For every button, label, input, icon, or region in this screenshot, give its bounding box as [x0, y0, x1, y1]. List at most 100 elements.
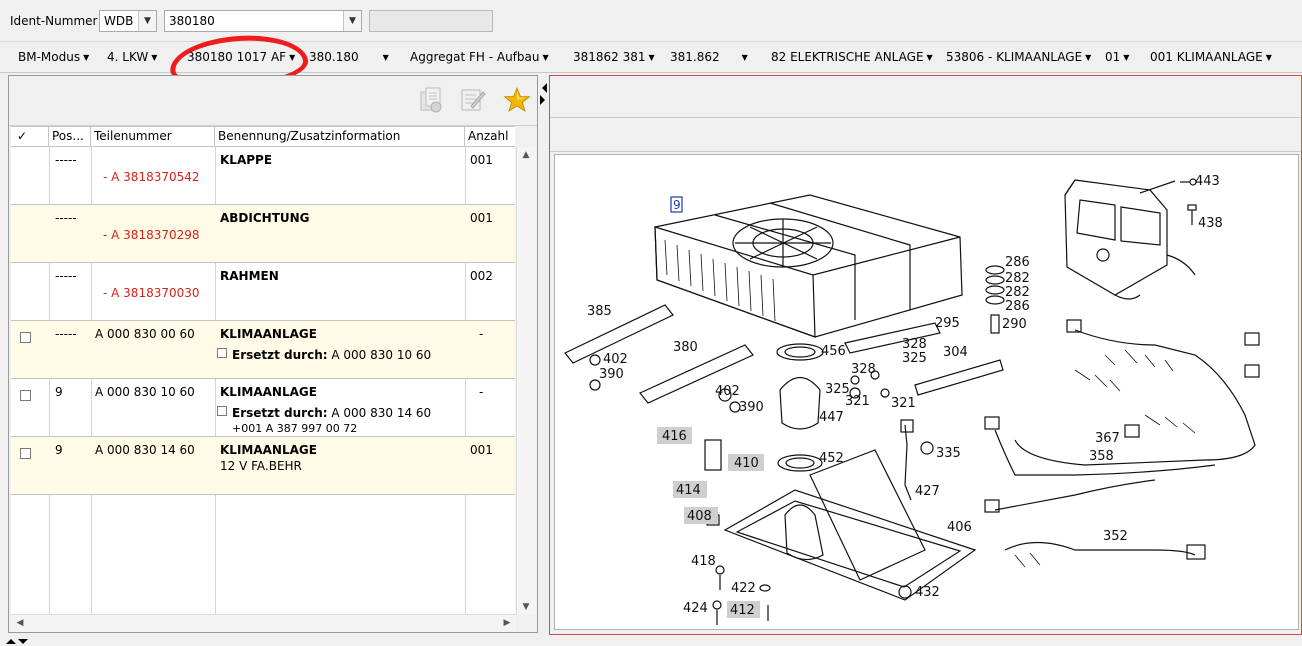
- callout-label[interactable]: 385: [587, 304, 612, 319]
- horizontal-scrollbar[interactable]: ◀ ▶: [11, 614, 516, 632]
- crumb-model[interactable]: 380180 1017 AF ▼: [187, 50, 295, 64]
- callout-label[interactable]: 422: [731, 581, 756, 596]
- callout-label[interactable]: 406: [947, 520, 972, 535]
- callout-label[interactable]: 427: [915, 484, 940, 499]
- callout-label[interactable]: 328: [851, 362, 876, 377]
- table-row[interactable]: 9 A 000 830 10 60 KLIMAANLAGE Ersetzt du…: [11, 379, 515, 437]
- crumb-aggregate-type[interactable]: 381.862 ▼: [670, 50, 748, 64]
- edit-notes-icon[interactable]: [459, 86, 487, 114]
- callout-label[interactable]: 321: [845, 394, 870, 409]
- chevron-down-icon[interactable]: ▼: [1123, 53, 1129, 62]
- copy-doc-icon[interactable]: [417, 86, 445, 114]
- scroll-up-icon[interactable]: ▲: [517, 147, 535, 163]
- header-quantity[interactable]: Anzahl: [465, 127, 515, 147]
- callout-label[interactable]: 352: [1103, 529, 1128, 544]
- callout-label[interactable]: 304: [943, 345, 968, 360]
- callout-label[interactable]: 418: [691, 554, 716, 569]
- callout-label[interactable]: 286: [1005, 299, 1030, 314]
- ident-prefix-select[interactable]: WDB ▼: [99, 10, 157, 32]
- chevron-down-icon[interactable]: ▼: [927, 53, 933, 62]
- header-part-number[interactable]: Teilenummer: [91, 127, 215, 147]
- callout-label[interactable]: 438: [1198, 216, 1223, 231]
- callout-label[interactable]: 282: [1005, 271, 1030, 286]
- callout-label[interactable]: 447: [819, 410, 844, 425]
- crumb-aggregate-number[interactable]: 381862 381 ▼: [573, 50, 655, 64]
- scroll-left-icon[interactable]: ◀: [11, 615, 29, 631]
- table-row[interactable]: ----- - A 3818370030 RAHMEN 002: [11, 263, 515, 321]
- replacement-part[interactable]: A 000 830 10 60: [331, 348, 431, 362]
- crumb-mode[interactable]: BM-Modus ▼: [18, 50, 89, 64]
- chevron-down-icon[interactable]: ▼: [138, 11, 156, 31]
- callout-label[interactable]: 443: [1195, 174, 1220, 189]
- table-row[interactable]: 9 A 000 830 14 60 KLIMAANLAGE 12 V FA.BE…: [11, 437, 515, 495]
- callout-label[interactable]: 432: [915, 585, 940, 600]
- table-row[interactable]: ----- - A 3818370542 KLAPPE 001: [11, 147, 515, 205]
- table-row[interactable]: ----- A 000 830 00 60 KLIMAANLAGE Ersetz…: [11, 321, 515, 379]
- header-description[interactable]: Benennung/Zusatzinformation: [215, 127, 465, 147]
- chevron-down-icon[interactable]: ▼: [1266, 53, 1272, 62]
- callout-label[interactable]: 286: [1005, 255, 1030, 270]
- splitter-arrows-icon[interactable]: [539, 80, 548, 110]
- callout-label[interactable]: 424: [683, 601, 708, 616]
- callout-label[interactable]: 410: [734, 456, 759, 471]
- row-part-number[interactable]: A 000 830 10 60: [95, 385, 195, 399]
- callout-label[interactable]: 328: [902, 337, 927, 352]
- row-checkbox[interactable]: [20, 332, 31, 343]
- callout-label[interactable]: 452: [819, 451, 844, 466]
- callout-label[interactable]: 367: [1095, 431, 1120, 446]
- callout-label[interactable]: 290: [1002, 317, 1027, 332]
- collapse-arrows-icon[interactable]: [6, 636, 46, 646]
- row-part-number[interactable]: - A 3818370542: [103, 170, 200, 184]
- replacement-checkbox[interactable]: [217, 348, 227, 358]
- exploded-view-drawing[interactable]: 9 443 438 286 282 282 286 290 385 402 39…: [554, 154, 1299, 630]
- crumb-aggregate[interactable]: Aggregat FH - Aufbau ▼: [410, 50, 549, 64]
- row-checkbox[interactable]: [20, 390, 31, 401]
- vertical-scrollbar[interactable]: ▲ ▼: [516, 147, 536, 615]
- crumb-vehicle-type[interactable]: 4. LKW ▼: [107, 50, 157, 64]
- callout-label[interactable]: 402: [715, 384, 740, 399]
- chevron-down-icon[interactable]: ▼: [289, 53, 295, 62]
- chevron-down-icon[interactable]: ▼: [83, 53, 89, 62]
- crumb-subgroup[interactable]: 53806 - KLIMAANLAGE ▼: [946, 50, 1091, 64]
- callout-label[interactable]: 335: [936, 446, 961, 461]
- row-part-number[interactable]: A 000 830 14 60: [95, 443, 195, 457]
- callout-label[interactable]: 9: [673, 198, 681, 212]
- crumb-assembly[interactable]: 001 KLIMAANLAGE ▼: [1150, 50, 1272, 64]
- ident-extra-field[interactable]: [369, 10, 493, 32]
- callout-label[interactable]: 390: [599, 367, 624, 382]
- callout-label[interactable]: 414: [676, 483, 701, 498]
- replacement-checkbox[interactable]: [217, 406, 227, 416]
- pane-splitter[interactable]: [539, 75, 548, 633]
- callout-label[interactable]: 416: [662, 429, 687, 444]
- header-pos[interactable]: Pos...: [49, 127, 91, 147]
- crumb-page[interactable]: 01 ▼: [1105, 50, 1129, 64]
- callout-label[interactable]: 390: [739, 400, 764, 415]
- chevron-down-icon[interactable]: ▼: [343, 11, 361, 31]
- row-part-number[interactable]: A 000 830 00 60: [95, 327, 195, 341]
- chevron-down-icon[interactable]: ▼: [1085, 53, 1091, 62]
- crumb-group[interactable]: 82 ELEKTRISCHE ANLAGE ▼: [771, 50, 933, 64]
- callout-label[interactable]: 325: [902, 351, 927, 366]
- scroll-right-icon[interactable]: ▶: [498, 615, 516, 631]
- chevron-down-icon[interactable]: ▼: [742, 53, 748, 62]
- chevron-down-icon[interactable]: ▼: [543, 53, 549, 62]
- callout-label[interactable]: 408: [687, 509, 712, 524]
- callout-label[interactable]: 402: [603, 352, 628, 367]
- crumb-type[interactable]: 380.180 ▼: [309, 50, 389, 64]
- callout-label[interactable]: 456: [821, 344, 846, 359]
- callout-label[interactable]: 380: [673, 340, 698, 355]
- row-part-number[interactable]: - A 3818370298: [103, 228, 200, 242]
- callout-label[interactable]: 412: [730, 603, 755, 618]
- row-checkbox[interactable]: [20, 448, 31, 459]
- replacement-part[interactable]: A 000 830 14 60: [331, 406, 431, 420]
- chevron-down-icon[interactable]: ▼: [151, 53, 157, 62]
- chevron-down-icon[interactable]: ▼: [383, 53, 389, 62]
- scroll-down-icon[interactable]: ▼: [517, 599, 535, 615]
- table-row[interactable]: ----- - A 3818370298 ABDICHTUNG 001: [11, 205, 515, 263]
- chevron-down-icon[interactable]: ▼: [649, 53, 655, 62]
- callout-label[interactable]: 321: [891, 396, 916, 411]
- header-check[interactable]: ✓: [11, 127, 49, 147]
- ident-number-input[interactable]: 380180 ▼: [164, 10, 362, 32]
- callout-label[interactable]: 358: [1089, 449, 1114, 464]
- row-part-number[interactable]: - A 3818370030: [103, 286, 200, 300]
